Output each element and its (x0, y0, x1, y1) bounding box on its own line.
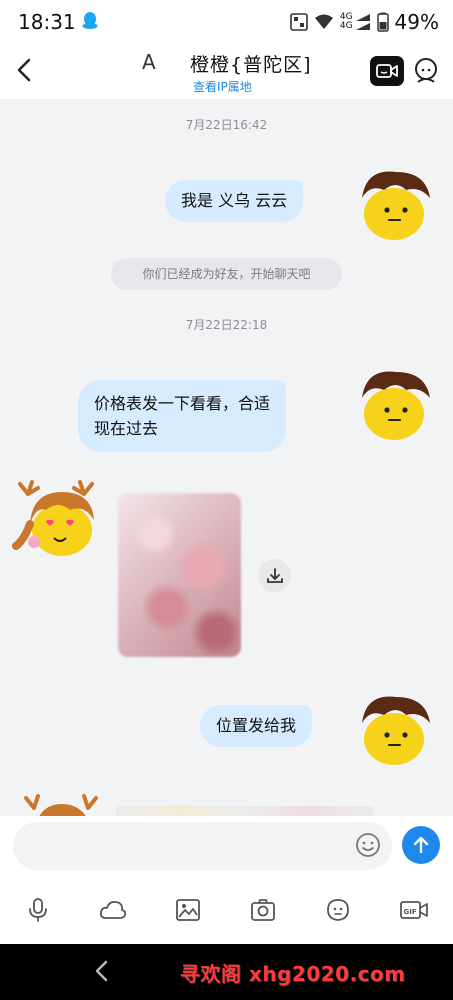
status-icons: 4G 4G 49% (290, 10, 439, 34)
download-icon (266, 567, 283, 583)
qq-penguin-icon (82, 12, 98, 34)
view-ip-location-link[interactable]: 查看IP属地 (193, 78, 252, 95)
system-back-icon[interactable] (92, 958, 112, 984)
cloud-icon (99, 900, 127, 919)
emoji-button[interactable] (354, 831, 382, 859)
contact-name[interactable]: 橙橙{普陀区] (190, 50, 312, 77)
composer: GIF (0, 816, 453, 944)
system-message: 你们已经成为好友，开始聊天吧 (111, 258, 342, 290)
message-list[interactable]: 7月22日16:42 我是 义乌 云云 你们已经成为好友，开始聊天吧 7月22日… (0, 100, 453, 816)
sticker-button[interactable] (322, 894, 354, 926)
my-avatar[interactable] (356, 368, 432, 442)
message-text-line: 现在过去 (94, 419, 159, 438)
image-message-thumbnail[interactable] (116, 806, 374, 816)
back-arrow-icon[interactable] (12, 56, 36, 84)
download-button[interactable] (258, 559, 291, 592)
message-text: 位置发给我 (216, 716, 297, 735)
gif-button[interactable]: GIF (398, 894, 430, 926)
photo-album-button[interactable] (172, 894, 204, 926)
video-call-button[interactable] (370, 56, 404, 86)
message-text-line: 价格表发一下看看，合适 (94, 394, 271, 413)
outgoing-message-bubble[interactable]: 我是 义乌 云云 (165, 180, 304, 222)
message-timestamp: 7月22日16:42 (185, 118, 268, 132)
signal-bars-icon (355, 14, 370, 30)
system-navigation-bar: 寻欢阁 xhg2020.com (0, 944, 453, 1000)
composer-toolbar: GIF (0, 894, 453, 928)
outgoing-message-bubble[interactable]: 位置发给我 (200, 705, 313, 747)
voice-button[interactable] (22, 894, 54, 926)
chat-header: A 橙橙{普陀区] 查看IP属地 (0, 44, 453, 100)
image-icon (176, 899, 200, 921)
my-avatar[interactable] (356, 168, 432, 242)
contact-avatar[interactable] (22, 794, 102, 816)
contact-initial: A (142, 50, 156, 74)
arrow-up-icon (413, 836, 429, 854)
smiley-icon (356, 833, 380, 857)
status-bar: 18:31 4G 4G 49% (0, 0, 453, 44)
wifi-icon (314, 14, 333, 29)
contact-avatar[interactable] (10, 480, 102, 560)
message-timestamp: 7月22日22:18 (185, 318, 268, 332)
camera-button[interactable] (247, 894, 279, 926)
battery-icon (376, 12, 389, 32)
sticker-face-icon (327, 899, 349, 921)
network-label-bottom: 4G (339, 21, 353, 31)
signal-group: 4G 4G (340, 13, 371, 31)
outgoing-message-bubble[interactable]: 价格表发一下看看，合适 现在过去 (78, 380, 287, 452)
message-input[interactable] (13, 822, 392, 870)
camera-icon (251, 899, 275, 921)
message-text: 我是 义乌 云云 (181, 191, 288, 210)
svg-text:GIF: GIF (404, 908, 417, 916)
cloud-button[interactable] (97, 894, 129, 926)
video-camera-icon (376, 64, 398, 78)
gif-camera-icon: GIF (400, 901, 428, 919)
contact-profile-icon[interactable] (412, 56, 440, 86)
my-avatar[interactable] (356, 693, 432, 767)
image-message-thumbnail[interactable] (118, 493, 241, 657)
send-button[interactable] (402, 826, 440, 864)
status-time: 18:31 (18, 10, 76, 34)
microphone-icon (29, 898, 47, 922)
nfc-icon (290, 13, 308, 31)
watermark-text: 寻欢阁 xhg2020.com (180, 962, 406, 986)
battery-percent: 49% (394, 10, 439, 34)
